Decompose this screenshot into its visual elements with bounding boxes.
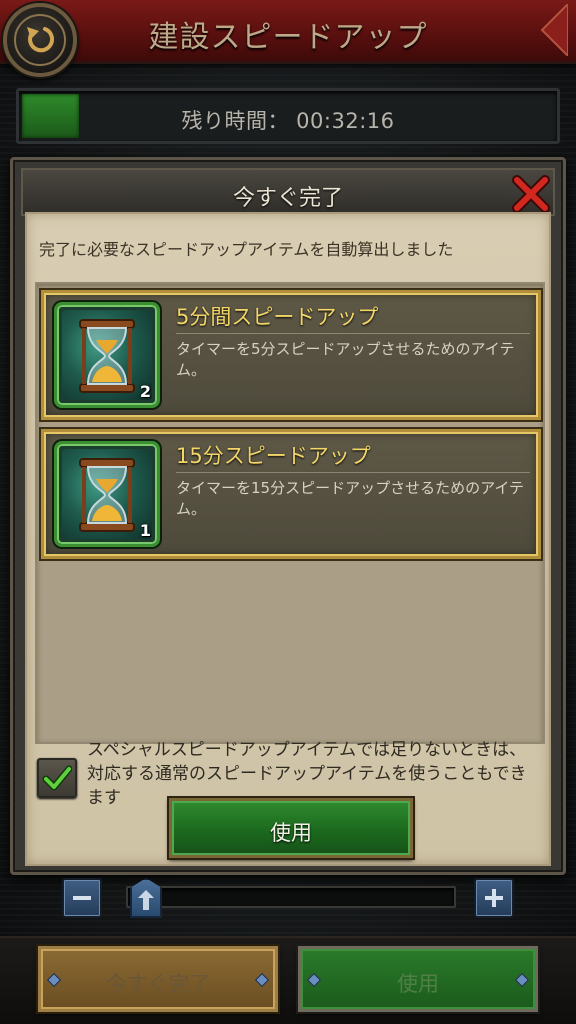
checkmark-icon	[42, 765, 72, 791]
speedup-item-card[interactable]: 2 5分間スピードアップ タイマーを5分スピードアップさせるためのアイテム。	[39, 288, 543, 422]
dialog-titlebar: 今すぐ完了	[21, 168, 555, 216]
item-count: 2	[139, 382, 151, 401]
minus-icon[interactable]	[62, 878, 102, 918]
item-description: タイマーを5分スピードアップさせるためのアイテム。	[176, 340, 515, 379]
hourglass-icon	[62, 310, 152, 400]
complete-now-dialog: 今すぐ完了 完了に必要なスピードアップアイテムを自動算出しました 2 5分間スピ…	[10, 157, 566, 875]
slider-handle-icon[interactable]	[130, 878, 162, 918]
timer-label: 残り時間：	[181, 109, 289, 133]
back-button[interactable]	[3, 3, 77, 77]
item-title: 15分スピードアップ	[176, 444, 371, 468]
item-divider	[176, 472, 530, 473]
quantity-slider-track[interactable]	[126, 886, 456, 908]
dialog-body: 完了に必要なスピードアップアイテムを自動算出しました 2 5分間スピードアップ …	[25, 212, 551, 866]
dialog-use-button[interactable]: 使用	[167, 796, 415, 860]
speedup-item-list[interactable]: 2 5分間スピードアップ タイマーを5分スピードアップさせるためのアイテム。 1…	[35, 282, 545, 744]
dialog-description: 完了に必要なスピードアップアイテムを自動算出しました	[39, 240, 454, 259]
timer-readout: 残り時間： 00:32:16	[19, 105, 557, 135]
use-button-label: 使用	[397, 972, 439, 996]
complete-now-button[interactable]: 今すぐ完了	[36, 944, 280, 1014]
item-count: 1	[139, 521, 151, 540]
item-description: タイマーを15分スピードアップさせるためのアイテム。	[176, 479, 525, 518]
page-title: 建設スピードアップ	[148, 20, 428, 55]
special-speedup-checkbox[interactable]	[37, 758, 77, 798]
quantity-slider-row	[0, 876, 576, 920]
checkbox-label: スペシャルスピードアップアイテムでは足りないときは、対応する通常のスピードアップ…	[87, 740, 527, 806]
item-icon-frame: 2	[54, 302, 160, 408]
timer-value: 00:32:16	[296, 109, 395, 133]
dialog-use-button-label: 使用	[270, 821, 312, 845]
plus-icon[interactable]	[474, 878, 514, 918]
dialog-title: 今すぐ完了	[232, 186, 343, 211]
header-ornament	[540, 4, 568, 56]
hourglass-icon	[62, 449, 152, 539]
back-arrow-icon	[14, 14, 66, 66]
use-button[interactable]: 使用	[296, 944, 540, 1014]
header-bar: 建設スピードアップ	[0, 0, 576, 64]
item-title: 5分間スピードアップ	[176, 305, 379, 329]
timer-progress-bar: 残り時間： 00:32:16	[16, 88, 560, 144]
close-x-icon[interactable]	[511, 174, 551, 214]
speedup-item-card[interactable]: 1 15分スピードアップ タイマーを15分スピードアップさせるためのアイテム。	[39, 427, 543, 561]
item-icon-frame: 1	[54, 441, 160, 547]
item-divider	[176, 333, 530, 334]
complete-now-label: 今すぐ完了	[105, 972, 211, 996]
